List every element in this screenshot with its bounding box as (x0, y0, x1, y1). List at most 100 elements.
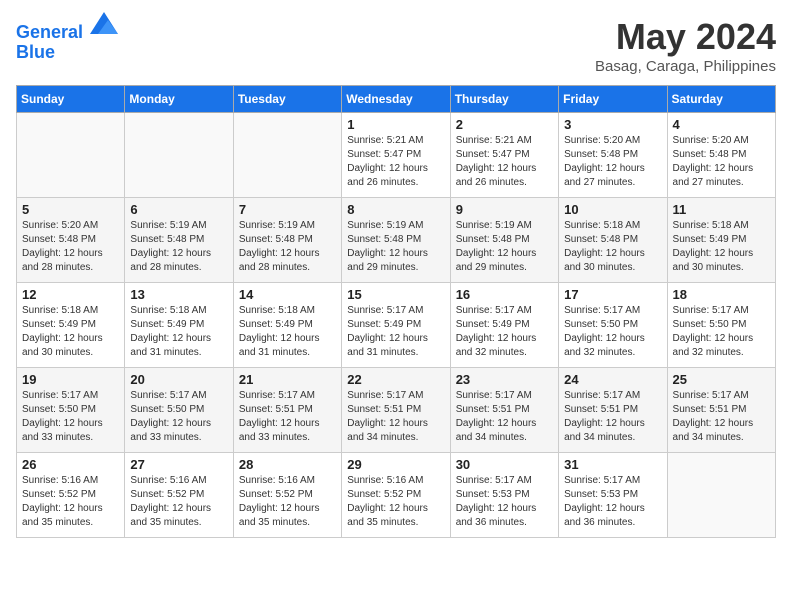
day-number: 11 (673, 202, 770, 217)
calendar-cell: 8 Sunrise: 5:19 AM Sunset: 5:48 PM Daylig… (342, 198, 450, 283)
calendar-body: 1 Sunrise: 5:21 AM Sunset: 5:47 PM Daylig… (17, 113, 776, 538)
calendar-cell (667, 453, 775, 538)
day-number: 9 (456, 202, 553, 217)
calendar-cell: 16Sunrise: 5:17 AM Sunset: 5:49 PM Dayli… (450, 283, 558, 368)
day-number: 3 (564, 117, 661, 132)
day-number: 24 (564, 372, 661, 387)
calendar-cell: 20 Sunrise: 5:17 AM Sunset: 5:50 PM Dayli… (125, 368, 233, 453)
day-number: 14 (239, 287, 336, 302)
calendar-cell: 11 Sunrise: 5:18 AM Sunset: 5:49 PM Dayli… (667, 198, 775, 283)
calendar-cell: 6 Sunrise: 5:19 AM Sunset: 5:48 PM Daylig… (125, 198, 233, 283)
day-number: 19 (22, 372, 119, 387)
calendar-cell: 2Sunrise: 5:21 AM Sunset: 5:47 PM Daylig… (450, 113, 558, 198)
calendar-week-2: 5 Sunrise: 5:20 AM Sunset: 5:48 PM Daylig… (17, 198, 776, 283)
calendar-cell: 10Sunrise: 5:18 AM Sunset: 5:48 PM Dayli… (559, 198, 667, 283)
day-number: 20 (130, 372, 227, 387)
calendar-week-1: 1 Sunrise: 5:21 AM Sunset: 5:47 PM Daylig… (17, 113, 776, 198)
day-number: 30 (456, 457, 553, 472)
calendar-cell: 13Sunrise: 5:18 AM Sunset: 5:49 PM Dayli… (125, 283, 233, 368)
day-number: 6 (130, 202, 227, 217)
calendar-cell (17, 113, 125, 198)
weekday-header-thursday: Thursday (450, 86, 558, 113)
day-info: Sunrise: 5:21 AM Sunset: 5:47 PM Dayligh… (347, 134, 444, 190)
calendar-cell (125, 113, 233, 198)
calendar-week-3: 12 Sunrise: 5:18 AM Sunset: 5:49 PM Dayli… (17, 283, 776, 368)
weekday-row: SundayMondayTuesdayWednesdayThursdayFrid… (17, 86, 776, 113)
day-info: Sunrise: 5:19 AM Sunset: 5:48 PM Dayligh… (130, 219, 227, 275)
weekday-header-friday: Friday (559, 86, 667, 113)
day-info: Sunrise: 5:17 AM Sunset: 5:50 PM Dayligh… (564, 304, 661, 360)
logo: General Blue (16, 16, 118, 63)
day-info: Sunrise: 5:20 AM Sunset: 5:48 PM Dayligh… (22, 219, 119, 275)
calendar-cell: 17 Sunrise: 5:17 AM Sunset: 5:50 PM Dayli… (559, 283, 667, 368)
day-info: Sunrise: 5:19 AM Sunset: 5:48 PM Dayligh… (456, 219, 553, 275)
day-number: 1 (347, 117, 444, 132)
day-info: Sunrise: 5:16 AM Sunset: 5:52 PM Dayligh… (347, 474, 444, 530)
calendar-cell: 15 Sunrise: 5:17 AM Sunset: 5:49 PM Dayli… (342, 283, 450, 368)
calendar-cell: 29Sunrise: 5:16 AM Sunset: 5:52 PM Dayli… (342, 453, 450, 538)
day-number: 17 (564, 287, 661, 302)
day-info: Sunrise: 5:18 AM Sunset: 5:49 PM Dayligh… (673, 219, 770, 275)
day-info: Sunrise: 5:18 AM Sunset: 5:49 PM Dayligh… (239, 304, 336, 360)
weekday-header-monday: Monday (125, 86, 233, 113)
day-number: 22 (347, 372, 444, 387)
day-info: Sunrise: 5:17 AM Sunset: 5:51 PM Dayligh… (239, 389, 336, 445)
calendar-cell (233, 113, 341, 198)
calendar-header: SundayMondayTuesdayWednesdayThursdayFrid… (17, 86, 776, 113)
day-info: Sunrise: 5:17 AM Sunset: 5:50 PM Dayligh… (130, 389, 227, 445)
day-info: Sunrise: 5:19 AM Sunset: 5:48 PM Dayligh… (347, 219, 444, 275)
day-info: Sunrise: 5:17 AM Sunset: 5:51 PM Dayligh… (347, 389, 444, 445)
day-info: Sunrise: 5:20 AM Sunset: 5:48 PM Dayligh… (673, 134, 770, 190)
calendar-cell: 3Sunrise: 5:20 AM Sunset: 5:48 PM Daylig… (559, 113, 667, 198)
calendar-cell: 7Sunrise: 5:19 AM Sunset: 5:48 PM Daylig… (233, 198, 341, 283)
calendar-cell: 4 Sunrise: 5:20 AM Sunset: 5:48 PM Daylig… (667, 113, 775, 198)
calendar-cell: 24 Sunrise: 5:17 AM Sunset: 5:51 PM Dayli… (559, 368, 667, 453)
day-info: Sunrise: 5:18 AM Sunset: 5:48 PM Dayligh… (564, 219, 661, 275)
calendar-cell: 12 Sunrise: 5:18 AM Sunset: 5:49 PM Dayli… (17, 283, 125, 368)
calendar-cell: 19Sunrise: 5:17 AM Sunset: 5:50 PM Dayli… (17, 368, 125, 453)
day-info: Sunrise: 5:18 AM Sunset: 5:49 PM Dayligh… (130, 304, 227, 360)
calendar-cell: 28 Sunrise: 5:16 AM Sunset: 5:52 PM Dayli… (233, 453, 341, 538)
page-header: General Blue May 2024 Basag, Caraga, Phi… (16, 16, 776, 75)
weekday-header-wednesday: Wednesday (342, 86, 450, 113)
day-number: 26 (22, 457, 119, 472)
day-number: 28 (239, 457, 336, 472)
day-number: 18 (673, 287, 770, 302)
calendar-cell: 27Sunrise: 5:16 AM Sunset: 5:52 PM Dayli… (125, 453, 233, 538)
day-info: Sunrise: 5:17 AM Sunset: 5:49 PM Dayligh… (347, 304, 444, 360)
day-number: 12 (22, 287, 119, 302)
day-number: 5 (22, 202, 119, 217)
calendar-cell: 25Sunrise: 5:17 AM Sunset: 5:51 PM Dayli… (667, 368, 775, 453)
calendar-table: SundayMondayTuesdayWednesdayThursdayFrid… (16, 85, 776, 538)
day-info: Sunrise: 5:17 AM Sunset: 5:53 PM Dayligh… (456, 474, 553, 530)
calendar-cell: 9 Sunrise: 5:19 AM Sunset: 5:48 PM Daylig… (450, 198, 558, 283)
weekday-header-saturday: Saturday (667, 86, 775, 113)
calendar-cell: 21 Sunrise: 5:17 AM Sunset: 5:51 PM Dayli… (233, 368, 341, 453)
day-info: Sunrise: 5:18 AM Sunset: 5:49 PM Dayligh… (22, 304, 119, 360)
day-info: Sunrise: 5:17 AM Sunset: 5:51 PM Dayligh… (564, 389, 661, 445)
calendar-cell: 23Sunrise: 5:17 AM Sunset: 5:51 PM Dayli… (450, 368, 558, 453)
calendar-cell: 14 Sunrise: 5:18 AM Sunset: 5:49 PM Dayli… (233, 283, 341, 368)
day-number: 21 (239, 372, 336, 387)
day-info: Sunrise: 5:16 AM Sunset: 5:52 PM Dayligh… (239, 474, 336, 530)
logo-icon (90, 12, 118, 34)
day-number: 7 (239, 202, 336, 217)
day-info: Sunrise: 5:16 AM Sunset: 5:52 PM Dayligh… (22, 474, 119, 530)
logo-general: General (16, 22, 83, 42)
day-number: 27 (130, 457, 227, 472)
calendar-cell: 26 Sunrise: 5:16 AM Sunset: 5:52 PM Dayli… (17, 453, 125, 538)
day-number: 15 (347, 287, 444, 302)
day-info: Sunrise: 5:17 AM Sunset: 5:53 PM Dayligh… (564, 474, 661, 530)
day-info: Sunrise: 5:17 AM Sunset: 5:50 PM Dayligh… (673, 304, 770, 360)
calendar-cell: 30 Sunrise: 5:17 AM Sunset: 5:53 PM Dayli… (450, 453, 558, 538)
calendar-cell: 18 Sunrise: 5:17 AM Sunset: 5:50 PM Dayli… (667, 283, 775, 368)
day-number: 4 (673, 117, 770, 132)
title-block: May 2024 Basag, Caraga, Philippines (595, 16, 776, 75)
day-number: 8 (347, 202, 444, 217)
calendar-week-5: 26 Sunrise: 5:16 AM Sunset: 5:52 PM Dayli… (17, 453, 776, 538)
weekday-header-sunday: Sunday (17, 86, 125, 113)
day-info: Sunrise: 5:17 AM Sunset: 5:51 PM Dayligh… (673, 389, 770, 445)
logo-blue: Blue (16, 42, 55, 62)
calendar-cell: 22 Sunrise: 5:17 AM Sunset: 5:51 PM Dayli… (342, 368, 450, 453)
calendar-title: May 2024 (595, 16, 776, 58)
